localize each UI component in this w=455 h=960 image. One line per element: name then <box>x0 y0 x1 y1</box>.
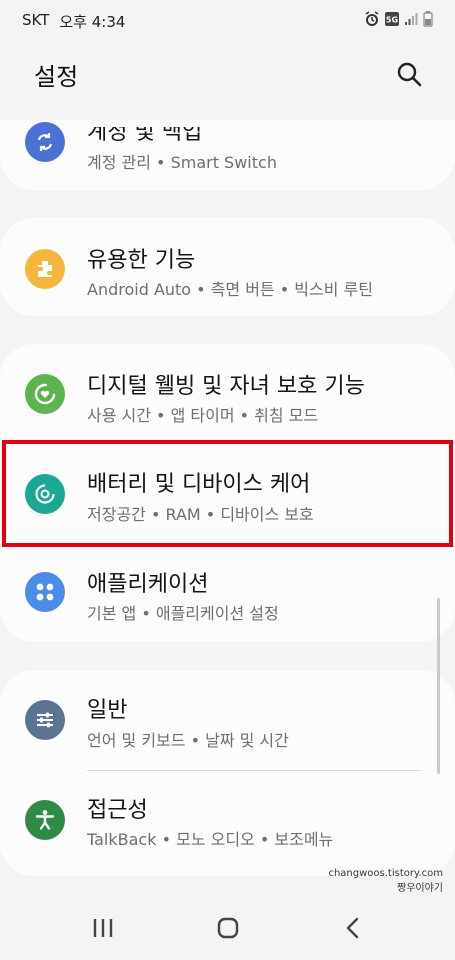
home-button[interactable] <box>208 908 248 948</box>
watermark: changwoos.tistory.com 짱우이야기 <box>328 866 443 896</box>
recents-icon <box>93 919 112 937</box>
search-icon <box>397 62 422 87</box>
item-subtitle: 저장공간 • RAM • 디바이스 보호 <box>87 505 314 524</box>
alarm-icon <box>364 11 380 31</box>
item-subtitle: Android Auto • 측면 버튼 • 빅스비 루틴 <box>87 280 373 299</box>
watermark-text: 짱우이야기 <box>397 883 443 894</box>
list-item-battery-device-care[interactable]: 배터리 및 디바이스 케어 저장공간 • RAM • 디바이스 보호 <box>0 446 455 542</box>
list-item-apps[interactable]: 애플리케이션 기본 앱 • 애플리케이션 설정 <box>0 548 455 644</box>
item-subtitle: TalkBack • 모노 오디오 • 보조메뉴 <box>87 830 334 849</box>
item-title: 디지털 웰빙 및 자녀 보호 기능 <box>87 374 365 399</box>
item-subtitle: 계정 관리 • Smart Switch <box>87 153 277 172</box>
recents-button[interactable] <box>83 908 123 948</box>
item-title: 일반 <box>87 698 128 723</box>
header: 설정 <box>0 42 455 106</box>
watermark-url: changwoos.tistory.com <box>328 868 443 879</box>
network-label: 5G <box>386 16 398 25</box>
scrollbar[interactable] <box>437 598 440 774</box>
device-care-icon <box>25 474 65 514</box>
status-bar: SKT 오후 4:34 5G <box>0 0 455 42</box>
item-title: 접근성 <box>87 798 148 823</box>
apps-icon <box>25 572 65 612</box>
list-item-general-management[interactable]: 일반 언어 및 키보드 • 날짜 및 시간 <box>0 670 455 766</box>
5g-icon: 5G <box>385 12 399 30</box>
list-item-advanced-features[interactable]: 유용한 기능 Android Auto • 측면 버튼 • 빅스비 루틴 <box>0 218 455 314</box>
item-subtitle: 기본 앱 • 애플리케이션 설정 <box>87 604 279 623</box>
navigation-bar <box>0 896 455 960</box>
home-icon <box>217 917 238 939</box>
list-item-digital-wellbeing[interactable]: 디지털 웰빙 및 자녀 보호 기능 사용 시간 • 앱 타이머 • 취침 모드 <box>0 344 455 440</box>
back-icon <box>346 917 358 939</box>
battery-icon <box>423 11 433 31</box>
puzzle-icon <box>25 249 65 289</box>
wellbeing-icon <box>25 374 65 414</box>
carrier-label: SKT <box>22 10 50 29</box>
signal-icon <box>404 12 418 30</box>
item-subtitle: 언어 및 키보드 • 날짜 및 시간 <box>87 731 289 750</box>
page-title: 설정 <box>34 62 79 91</box>
sync-icon <box>25 122 65 162</box>
divider <box>87 770 422 771</box>
list-top-mask <box>0 106 455 120</box>
back-button[interactable] <box>333 908 373 948</box>
search-button[interactable] <box>393 58 425 90</box>
accessibility-icon <box>25 800 65 840</box>
item-title: 애플리케이션 <box>87 572 209 597</box>
list-item-accessibility[interactable]: 접근성 TalkBack • 모노 오디오 • 보조메뉴 <box>0 774 455 870</box>
sliders-icon <box>25 700 65 740</box>
item-title: 배터리 및 디바이스 케어 <box>87 472 311 497</box>
item-title: 유용한 기능 <box>87 248 196 273</box>
item-subtitle: 사용 시간 • 앱 타이머 • 취침 모드 <box>87 406 319 425</box>
list-item-accounts-backup[interactable]: 계정 및 백업 계정 관리 • Smart Switch <box>0 110 455 206</box>
clock: 오후 4:34 <box>59 12 126 31</box>
